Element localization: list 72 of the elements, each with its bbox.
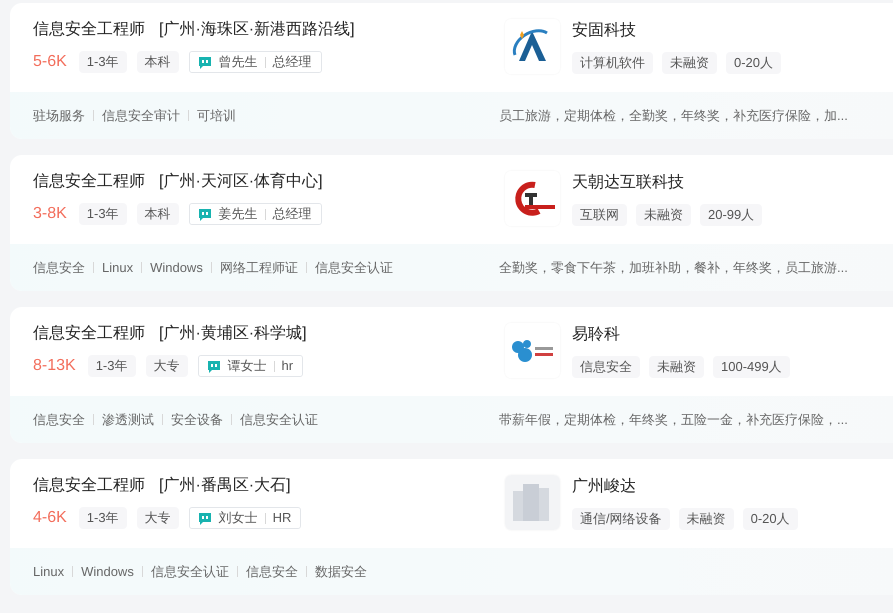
requirement-tag: 1-3年 — [78, 51, 127, 73]
chat-icon — [198, 208, 212, 220]
salary: 5-6K — [33, 53, 67, 71]
skill-tag: 信息安全认证 — [240, 410, 318, 428]
skill-tag: Windows — [150, 260, 203, 275]
company-tag: 20-99人 — [700, 204, 762, 226]
skill-tag: 驻场服务 — [33, 106, 85, 124]
job-location: [广州·天河区·体育中心] — [159, 171, 323, 192]
company-tag: 100-499人 — [713, 356, 790, 378]
skill-tag: Linux — [102, 260, 134, 275]
company-tag: 计算机软件 — [572, 52, 653, 74]
skill-tag: Linux — [33, 564, 64, 579]
skill-tag: 数据安全 — [314, 562, 367, 580]
benefits-text: 全勤奖，零食下午茶，加班补助，餐补，年终奖，员工旅游... — [498, 258, 848, 276]
recruiter-chip[interactable]: 曾先生 总经理 — [188, 51, 322, 73]
company-logo — [505, 323, 560, 378]
skill-tag: 安全设备 — [171, 410, 223, 428]
skill-tag: 信息安全认证 — [314, 258, 393, 276]
job-title[interactable]: 信息安全工程师 — [33, 171, 145, 193]
company-tag: 通信/网络设备 — [572, 508, 670, 530]
company-tag: 未融资 — [662, 52, 717, 74]
company-tag: 0-20人 — [742, 508, 798, 530]
chat-icon — [198, 56, 212, 68]
benefits-text: 带薪年假，定期体检，年终奖，五险一金，补充医疗保险，... — [498, 410, 848, 428]
skill-tag: 信息安全 — [33, 258, 85, 276]
job-location: [广州·海珠区·新港西路沿线] — [159, 20, 355, 40]
company-tag: 未融资 — [678, 508, 734, 530]
job-title[interactable]: 信息安全工程师 — [33, 323, 145, 345]
job-card[interactable]: 信息安全工程师 [广州·天河区·体育中心] 3-8K 1-3年 本科 姜先生 总经理 天朝达互联科技 互联网 未融资 20-99人 信息安全 Linux Windows 网络工程师证 信息安全认证 全勤奖，零食下午茶，加班补助，餐补，年终奖，员工旅游... — [10, 155, 893, 291]
company-logo — [505, 171, 560, 226]
company-tag: 信息安全 — [572, 356, 640, 378]
skill-tag: 信息安全认证 — [150, 562, 229, 580]
chat-icon — [198, 512, 212, 524]
company-tag: 未融资 — [636, 204, 691, 226]
skill-tag: 信息安全审计 — [102, 106, 180, 124]
recruiter-chip[interactable]: 谭女士 hr — [198, 355, 304, 377]
job-location: [广州·黄埔区·科学城] — [159, 324, 307, 344]
requirement-tag: 本科 — [136, 203, 179, 225]
job-title[interactable]: 信息安全工程师 — [33, 19, 145, 41]
skill-tag: 渗透测试 — [102, 410, 154, 428]
company-tag: 未融资 — [649, 356, 704, 378]
requirement-tag: 1-3年 — [88, 355, 136, 377]
benefits-text: 员工旅游，定期体检，全勤奖，年终奖，补充医疗保险，加... — [498, 106, 848, 124]
company-tag: 0-20人 — [726, 52, 782, 74]
company-logo — [505, 475, 560, 530]
recruiter-chip[interactable]: 姜先生 总经理 — [188, 203, 322, 225]
requirement-tag: 1-3年 — [78, 203, 127, 225]
job-card[interactable]: 信息安全工程师 [广州·番禺区·大石] 4-6K 1-3年 大专 刘女士 HR 广州峻达 通信/网络设备 未融资 0-20人 Linux Windows 信息安全认证 信息安全 数据安全 — [10, 459, 893, 595]
requirement-tag: 大专 — [136, 507, 179, 529]
salary: 4-6K — [33, 509, 67, 527]
skill-tag: Windows — [81, 564, 134, 579]
skill-tag: 网络工程师证 — [220, 258, 298, 276]
job-card[interactable]: 信息安全工程师 [广州·黄埔区·科学城] 8-13K 1-3年 大专 谭女士 hr 易聆科 信息安全 未融资 100-499人 信息安全 渗透测试 安全设备 信息安全认证 带薪年假，定期体检，年终奖，五险一金，补充医疗保险，... — [10, 307, 893, 443]
requirement-tag: 1-3年 — [78, 507, 127, 529]
skill-tag: 信息安全 — [33, 410, 85, 428]
job-location: [广州·番禺区·大石] — [159, 476, 291, 496]
company-tag: 互联网 — [572, 204, 627, 226]
company-name[interactable]: 易聆科 — [572, 324, 790, 346]
requirement-tag: 本科 — [136, 51, 179, 73]
job-card[interactable]: 信息安全工程师 [广州·海珠区·新港西路沿线] 5-6K 1-3年 本科 曾先生 总经理 安固科技 计算机软件 未融资 0-20人 驻场服务 信息安全审计 可培训 员工旅游，定期体检，全勤奖，年终奖，补充医疗保险，加... — [10, 3, 893, 139]
recruiter-chip[interactable]: 刘女士 HR — [188, 507, 302, 529]
skill-tag: 可培训 — [197, 106, 236, 124]
company-logo — [505, 19, 560, 74]
chat-icon — [206, 360, 220, 372]
job-title[interactable]: 信息安全工程师 — [33, 475, 145, 497]
company-name[interactable]: 天朝达互联科技 — [572, 172, 762, 194]
company-name[interactable]: 广州峻达 — [572, 476, 798, 498]
skill-tag: 信息安全 — [246, 562, 298, 580]
requirement-tag: 大专 — [146, 355, 188, 377]
salary: 3-8K — [33, 205, 67, 223]
salary: 8-13K — [33, 357, 76, 375]
company-name[interactable]: 安固科技 — [572, 20, 782, 42]
